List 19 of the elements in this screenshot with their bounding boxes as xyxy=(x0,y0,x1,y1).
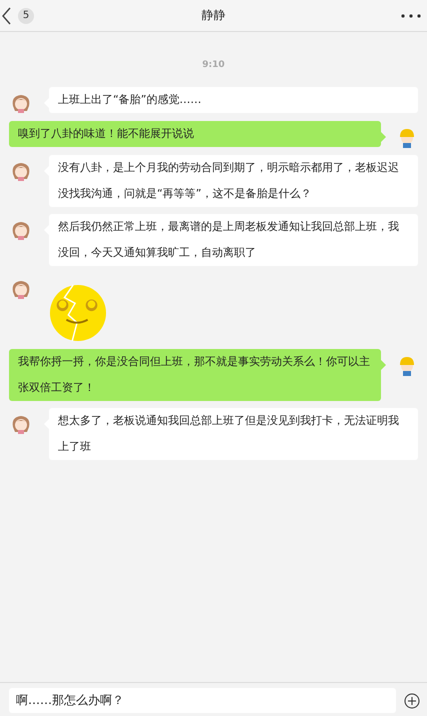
add-icon[interactable] xyxy=(404,692,420,708)
back-icon[interactable] xyxy=(2,6,12,24)
avatar[interactable] xyxy=(10,413,32,435)
avatar[interactable] xyxy=(10,278,32,300)
message-input[interactable]: 啊……那怎么办啊？ xyxy=(9,688,396,713)
more-icon[interactable] xyxy=(401,14,421,18)
avatar[interactable] xyxy=(10,219,32,241)
unread-badge: 5 xyxy=(18,8,34,24)
message-bubble: 上班上出了“备胎”的感觉…… xyxy=(49,87,418,113)
sticker-drawing xyxy=(49,284,107,342)
avatar[interactable] xyxy=(10,92,32,114)
chat-title: 静静 xyxy=(202,8,226,22)
avatar[interactable] xyxy=(10,160,32,182)
message-bubble: 想太多了，老板说通知我回总部上班了但是没见到我打卡，无法证明我上了班 xyxy=(49,408,418,460)
message-bubble: 嗅到了八卦的味道！能不能展开说说 xyxy=(9,121,381,147)
timestamp: 9:10 xyxy=(202,60,225,70)
message-bubble: 没有八卦，是上个月我的劳动合同到期了，明示暗示都用了，老板迟迟没找我沟通，问就是“再等等”，这不是备胎是什么？ xyxy=(49,155,418,207)
message-bubble: 我帮你捋一捋，你是没合同但上班，那不就是事实劳动关系么！你可以主张双倍工资了！ xyxy=(9,349,381,401)
message-bubble: 然后我仍然正常上班，最离谱的是上周老板发通知让我回总部上班，我没回，今天又通知算我旷工，自动离职了 xyxy=(49,214,418,266)
